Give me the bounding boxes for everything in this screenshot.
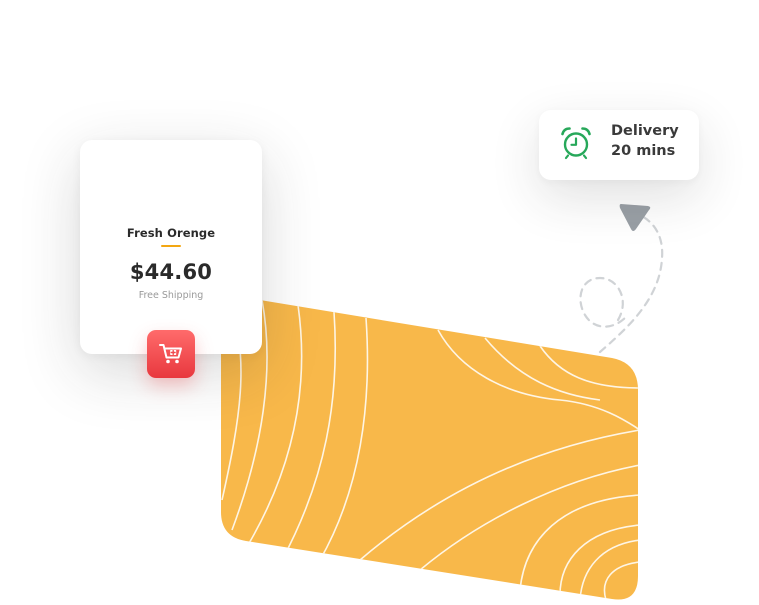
delivery-label: Delivery bbox=[611, 123, 679, 139]
product-name: Fresh Orenge bbox=[126, 226, 216, 240]
slab-shape bbox=[221, 299, 638, 600]
shipping-note: Free Shipping bbox=[138, 290, 204, 301]
delivery-time: 20 mins bbox=[611, 143, 676, 159]
hero-illustration: Fresh Orenge $44.60 Free Shipping Delive… bbox=[0, 0, 759, 605]
alarm-clock-icon bbox=[561, 127, 591, 160]
product-card: Fresh Orenge $44.60 Free Shipping bbox=[80, 140, 262, 354]
add-to-cart-button[interactable] bbox=[147, 330, 195, 378]
add-to-cart-icon bbox=[159, 344, 182, 364]
title-underline bbox=[161, 245, 181, 247]
product-price: $44.60 bbox=[129, 260, 213, 284]
delivery-time-card: Delivery 20 mins bbox=[539, 110, 699, 180]
